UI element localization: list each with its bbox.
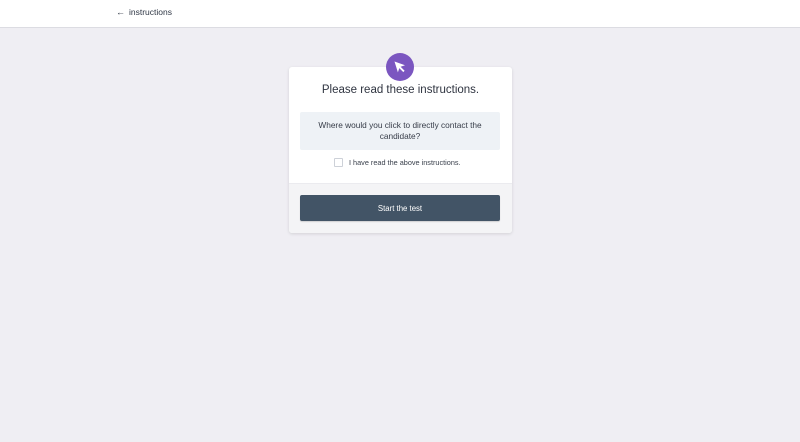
question-text: Where would you click to directly contac… — [318, 120, 482, 141]
instructions-card: Please read these instructions. Where wo… — [289, 53, 512, 233]
cursor-icon — [386, 53, 414, 81]
top-bar: ← instructions — [0, 0, 800, 28]
back-link-label: instructions — [129, 7, 172, 17]
card-title: Please read these instructions. — [321, 84, 480, 96]
instructions-confirm-checkbox[interactable] — [334, 158, 343, 167]
cursor-icon-glyph — [394, 61, 405, 73]
back-link[interactable]: ← instructions — [116, 7, 172, 17]
instructions-confirm-row[interactable]: I have read the above instructions. — [334, 158, 461, 167]
back-arrow-icon: ← — [116, 6, 125, 17]
start-test-button[interactable]: Start the test — [300, 195, 500, 221]
card-footer: Start the test — [289, 183, 512, 233]
checkbox-label: I have read the above instructions. — [349, 158, 461, 167]
question-box: Where would you click to directly contac… — [300, 112, 500, 150]
